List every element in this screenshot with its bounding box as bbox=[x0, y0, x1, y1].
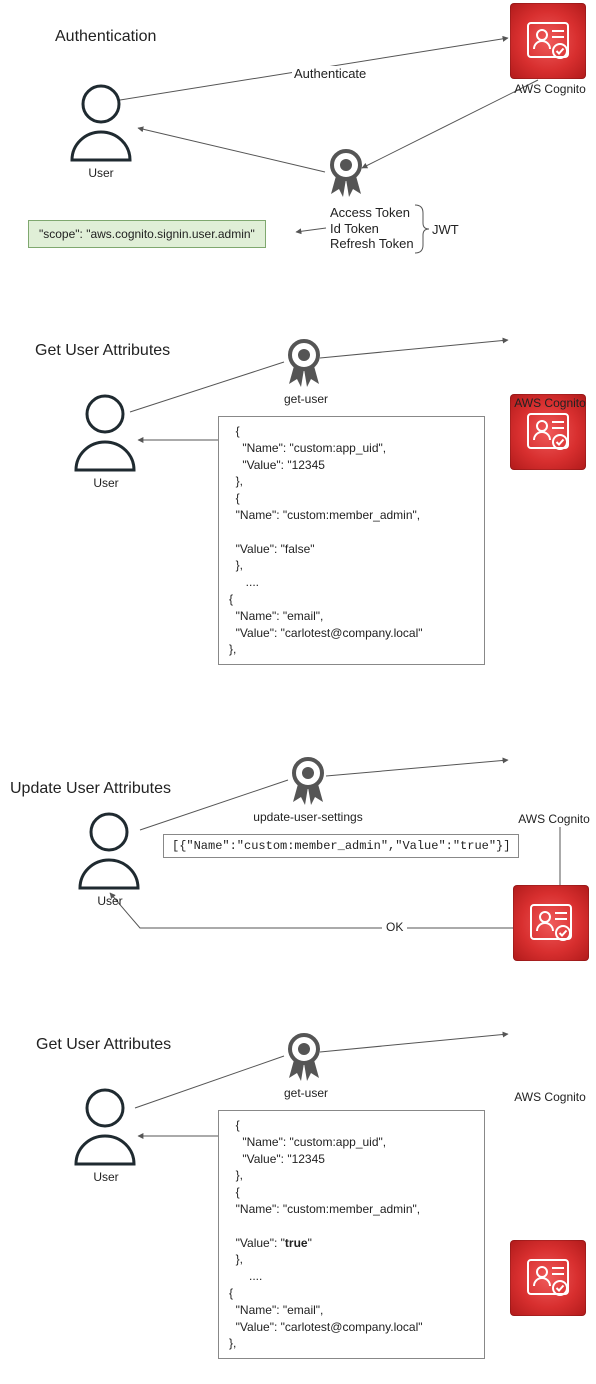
ok-label: OK bbox=[382, 920, 407, 934]
token-list: Access Token Id Token Refresh Token bbox=[330, 205, 414, 252]
cognito-label-1: AWS Cognito bbox=[510, 82, 590, 96]
response-code-2: { "Name": "custom:app_uid", "Value": "12… bbox=[218, 1110, 485, 1359]
section-title-get2: Get User Attributes bbox=[36, 1036, 171, 1054]
user-label-3: User bbox=[80, 894, 140, 908]
user-icon bbox=[66, 82, 136, 162]
cognito-label-3: AWS Cognito bbox=[514, 812, 594, 826]
jwt-label: JWT bbox=[432, 222, 459, 237]
token-id: Id Token bbox=[330, 221, 414, 237]
token-refresh: Refresh Token bbox=[330, 236, 414, 252]
aws-cognito-icon bbox=[513, 885, 589, 961]
section-title-update: Update User Attributes bbox=[10, 780, 171, 798]
token-icon bbox=[282, 338, 326, 392]
op-label-update: update-user-settings bbox=[248, 810, 368, 824]
response-code-1: { "Name": "custom:app_uid", "Value": "12… bbox=[218, 416, 485, 665]
user-icon bbox=[70, 392, 140, 472]
user-icon bbox=[74, 810, 144, 890]
token-access: Access Token bbox=[330, 205, 414, 221]
cognito-label-4: AWS Cognito bbox=[510, 1090, 590, 1104]
user-label-4: User bbox=[76, 1170, 136, 1184]
op-label-get1: get-user bbox=[276, 392, 336, 406]
aws-cognito-icon bbox=[510, 3, 586, 79]
op-label-get2: get-user bbox=[276, 1086, 336, 1100]
user-label-2: User bbox=[76, 476, 136, 490]
aws-cognito-icon bbox=[510, 1240, 586, 1316]
user-label-1: User bbox=[71, 166, 131, 180]
token-icon bbox=[282, 1032, 326, 1086]
update-payload: [{"Name":"custom:member_admin","Value":"… bbox=[163, 834, 519, 858]
user-icon bbox=[70, 1086, 140, 1166]
scope-box: "scope": "aws.cognito.signin.user.admin" bbox=[28, 220, 266, 248]
token-icon bbox=[324, 148, 368, 202]
token-icon bbox=[286, 756, 330, 810]
section-title-auth: Authentication bbox=[55, 28, 156, 46]
cognito-label-2: AWS Cognito bbox=[510, 396, 590, 410]
section-title-get1: Get User Attributes bbox=[35, 342, 170, 360]
arrow-label-authenticate: Authenticate bbox=[292, 66, 368, 81]
